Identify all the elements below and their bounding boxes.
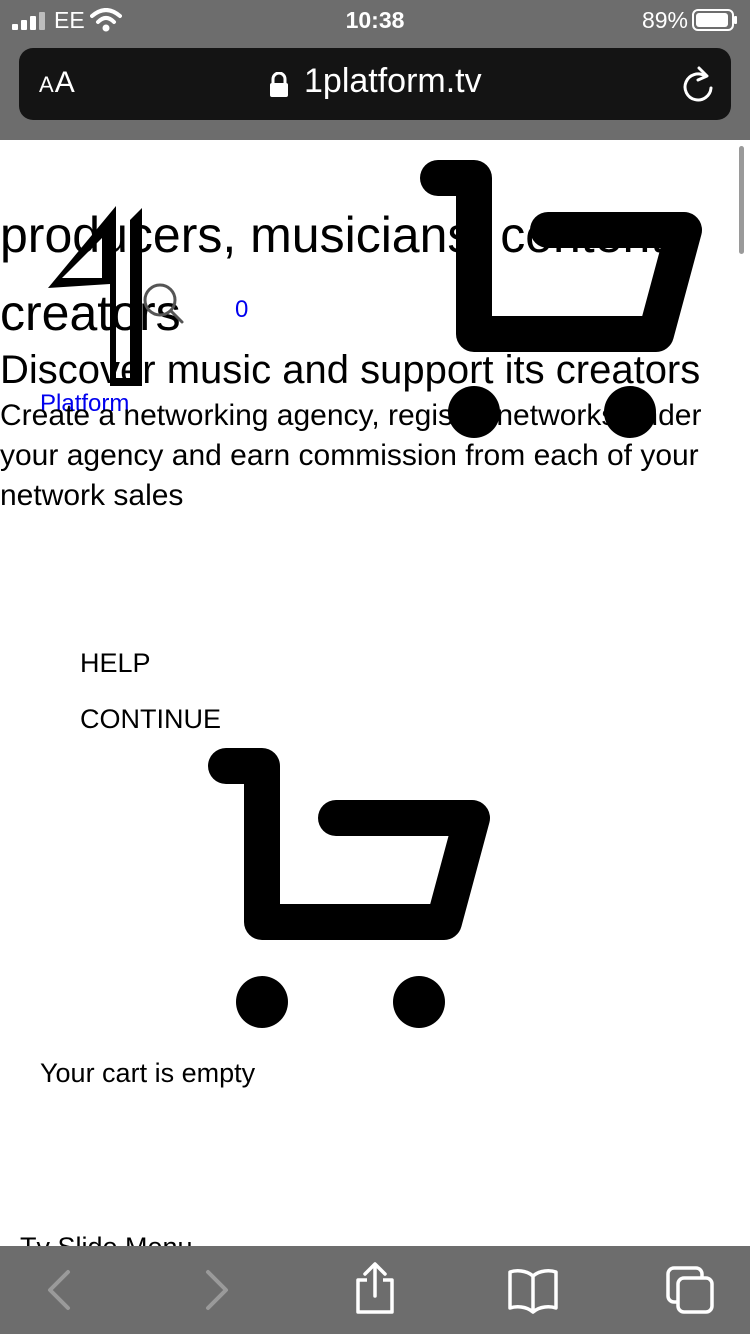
chevron-left-icon[interactable] — [40, 1266, 76, 1314]
sub-heading: Discover music and support its creators — [0, 348, 701, 392]
empty-cart-message: Your cart is empty — [40, 1058, 256, 1088]
url-text[interactable]: 1platform.tv — [304, 62, 482, 101]
slide-menu-label[interactable]: Tv Slide Menu — [20, 1232, 193, 1246]
text-size-small-label: A — [39, 72, 55, 97]
text-size-button[interactable]: AA — [39, 66, 76, 100]
web-page: producers, musicians, content creators P… — [0, 140, 750, 1246]
browser-toolbar — [0, 1246, 750, 1334]
book-icon[interactable] — [506, 1266, 560, 1314]
reload-icon[interactable] — [681, 66, 715, 102]
magnifier-icon[interactable] — [140, 280, 186, 326]
scrollbar[interactable] — [739, 146, 744, 254]
chevron-right-icon[interactable] — [200, 1266, 236, 1314]
battery-percentage: 89% — [641, 7, 688, 33]
cart-count[interactable]: 0 — [235, 296, 248, 324]
lock-icon — [270, 72, 288, 97]
clock: 10:38 — [345, 7, 405, 33]
browser-address-area: AA 1platform.tv — [0, 40, 750, 140]
status-bar: EE 10:38 89% — [0, 0, 750, 40]
empty-cart-icon — [208, 748, 490, 1028]
share-icon[interactable] — [352, 1262, 398, 1316]
help-link[interactable]: HELP — [80, 648, 151, 679]
tabs-icon[interactable] — [664, 1264, 716, 1316]
continue-link[interactable]: CONTINUE — [80, 704, 221, 735]
url-bar[interactable]: AA 1platform.tv — [19, 48, 731, 120]
battery-icon — [692, 9, 737, 31]
agency-description: Create a networking agency, register net… — [0, 399, 702, 512]
text-size-large-label: A — [54, 66, 76, 99]
